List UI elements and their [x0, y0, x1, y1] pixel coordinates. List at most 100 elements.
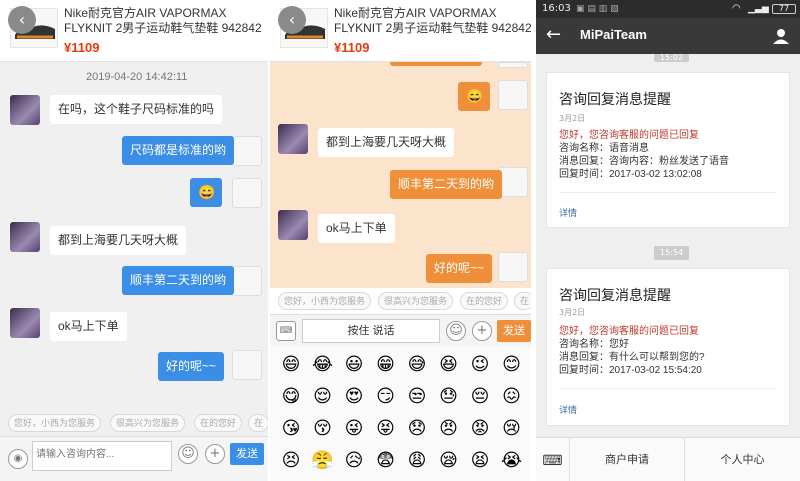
- emoji-cell[interactable]: 😍: [341, 384, 367, 410]
- message-bubble: ok马上下单: [318, 214, 395, 243]
- emoji-cell[interactable]: 😉: [467, 352, 493, 378]
- profile-icon[interactable]: [772, 27, 790, 45]
- emoji-cell[interactable]: 😔: [467, 384, 493, 410]
- product-title: Nike耐克官方AIR VAPORMAX FLYKNIT 2男子运动鞋气垫鞋 9…: [64, 6, 262, 35]
- emoji-cell[interactable]: 😨: [373, 448, 399, 474]
- time-pill: 15:54: [654, 246, 690, 260]
- hold-to-talk-button[interactable]: 按住 说话: [302, 319, 440, 343]
- emoji-cell[interactable]: 😜: [341, 416, 367, 442]
- quick-reply-chip[interactable]: 在: [248, 414, 268, 432]
- emoji-cell[interactable]: 😊: [499, 352, 525, 378]
- emoji-cell[interactable]: 😥: [341, 448, 367, 474]
- emoji-cell[interactable]: 😫: [467, 448, 493, 474]
- emoji-cell[interactable]: 😋: [278, 384, 304, 410]
- keyboard-icon[interactable]: ⌨: [536, 438, 570, 481]
- emoji-cell[interactable]: 😣: [278, 448, 304, 474]
- card-line: 消息回复：咨询内容：粉丝发送了语音: [559, 156, 729, 167]
- card-line: 咨询名称：语音消息: [559, 143, 649, 154]
- customer-avatar: [10, 222, 40, 252]
- agent-avatar: [232, 266, 262, 296]
- card-details-link[interactable]: 详情: [559, 206, 577, 219]
- signal-icon: ▁▃▅: [748, 4, 769, 14]
- product-header[interactable]: ‹ Nike耐克官方AIR VAPORMAX FLYKNIT 2男子运动鞋气垫鞋…: [0, 0, 268, 62]
- card-details-link[interactable]: 详情: [559, 403, 577, 416]
- quick-reply-chip[interactable]: 很高兴为您服务: [110, 414, 186, 432]
- card-divider: [559, 192, 777, 193]
- emoji-cell[interactable]: 😩: [404, 448, 430, 474]
- emoji-cell[interactable]: 😡: [467, 416, 493, 442]
- product-title: Nike耐克官方AIR VAPORMAX FLYKNIT 2男子运动鞋气垫鞋 9…: [334, 6, 531, 35]
- message-bubble: ok马上下单: [50, 312, 127, 341]
- message-bubble: 都到上海要几天呀大概: [50, 226, 187, 255]
- card-line: 消息回复：有什么可以帮到您的?: [559, 352, 705, 363]
- chat-timestamp: 2019-04-20 14:42:11: [86, 71, 188, 83]
- card-line: 咨询名称：您好: [559, 339, 629, 350]
- emoji-cell[interactable]: 😌: [310, 384, 336, 410]
- message-input[interactable]: [32, 441, 172, 471]
- emoji-cell[interactable]: 😆: [436, 352, 462, 378]
- emoji-picker: 😄 😂 😃 😁 😅 😆 😉 😊 😋 😌 😍 😏 😒 😓 😔 😖 😘 😚 😜 😝 😞 😠 😡 😢 😣 😤 😥 😨 😩 😪 😫 😭: [270, 346, 531, 481]
- card-date: 3月2日: [559, 308, 586, 317]
- battery-icon: 77: [772, 4, 796, 14]
- back-icon[interactable]: ‹: [8, 6, 36, 34]
- emoji-cell[interactable]: 😄: [278, 352, 304, 378]
- notification-card[interactable]: 咨询回复消息提醒 3月2日 您好，您咨询客服的问题已回复 咨询名称：您好 消息回…: [546, 268, 790, 426]
- emoji-cell[interactable]: 😅: [404, 352, 430, 378]
- input-bar: ◉ ☺ + 发送: [0, 436, 268, 481]
- send-button[interactable]: 发送: [497, 320, 531, 342]
- emoji-cell[interactable]: 😂: [310, 352, 336, 378]
- emoji-icon[interactable]: ☺: [178, 444, 198, 464]
- product-price: ¥1109: [64, 40, 100, 55]
- customer-avatar: [10, 95, 40, 125]
- emoji-cell[interactable]: 😠: [436, 416, 462, 442]
- quick-reply-chip[interactable]: 在的您好: [194, 414, 243, 432]
- message-bubble: 都到上海要几天呀大概: [318, 128, 455, 157]
- emoji-cell[interactable]: 😃: [341, 352, 367, 378]
- agent-avatar: [232, 178, 262, 208]
- status-bar: 16:03 ▣ ▤ ▥ ▧ ◠ ▁▃▅ 77: [536, 0, 800, 18]
- notification-card[interactable]: 咨询回复消息提醒 3月2日 您好，您咨询客服的问题已回复 咨询名称：语音消息 消…: [546, 72, 790, 228]
- card-date: 3月2日: [559, 114, 586, 123]
- wifi-icon: ◠: [732, 3, 741, 14]
- emoji-cell[interactable]: 😭: [499, 448, 525, 474]
- quick-reply-chip[interactable]: 在: [514, 292, 531, 310]
- voice-icon[interactable]: ◉: [8, 449, 28, 469]
- agent-avatar: [498, 252, 528, 282]
- notification-icons: ▣ ▤ ▥ ▧: [576, 4, 619, 14]
- agent-avatar: [232, 350, 262, 380]
- emoji-icon[interactable]: ☺: [446, 321, 466, 341]
- quick-reply-chip[interactable]: 您好，小西为您服务: [8, 414, 102, 432]
- back-icon[interactable]: ‹: [278, 6, 306, 34]
- emoji-cell[interactable]: 😢: [499, 416, 525, 442]
- message-bubble: 顺丰第二天到的哟: [122, 266, 235, 295]
- agent-avatar: [498, 62, 528, 68]
- keyboard-icon[interactable]: ⌨: [276, 321, 296, 341]
- emoji-cell[interactable]: 😝: [373, 416, 399, 442]
- quick-reply-chip[interactable]: 您好，小西为您服务: [278, 292, 372, 310]
- chat-panel-orange: ‹ Nike耐克官方AIR VAPORMAX FLYKNIT 2男子运动鞋气垫鞋…: [270, 0, 531, 481]
- product-header[interactable]: ‹ Nike耐克官方AIR VAPORMAX FLYKNIT 2男子运动鞋气垫鞋…: [270, 0, 531, 62]
- quick-reply-chip[interactable]: 很高兴为您服务: [378, 292, 454, 310]
- emoji-cell[interactable]: 😁: [373, 352, 399, 378]
- back-arrow-icon[interactable]: ←: [546, 24, 561, 46]
- emoji-cell[interactable]: 😚: [310, 416, 336, 442]
- menu-personal-center[interactable]: 个人中心: [685, 438, 800, 481]
- emoji-cell[interactable]: 😏: [373, 384, 399, 410]
- customer-avatar: [278, 210, 308, 240]
- card-highlight: 您好，您咨询客服的问题已回复: [559, 326, 699, 337]
- send-button[interactable]: 发送: [230, 443, 264, 465]
- emoji-cell[interactable]: 😞: [404, 416, 430, 442]
- card-highlight: 您好，您咨询客服的问题已回复: [559, 130, 699, 141]
- emoji-cell[interactable]: 😘: [278, 416, 304, 442]
- emoji-cell[interactable]: 😒: [404, 384, 430, 410]
- menu-merchant-apply[interactable]: 商户申请: [570, 438, 685, 481]
- chat-panel-blue: ‹ Nike耐克官方AIR VAPORMAX FLYKNIT 2男子运动鞋气垫鞋…: [0, 0, 268, 481]
- add-icon[interactable]: +: [472, 321, 492, 341]
- add-icon[interactable]: +: [205, 444, 225, 464]
- emoji-cell[interactable]: 😪: [436, 448, 462, 474]
- emoji-cell[interactable]: 😓: [436, 384, 462, 410]
- emoji-cell[interactable]: 😤: [310, 448, 336, 474]
- quick-reply-chip[interactable]: 在的您好: [460, 292, 509, 310]
- emoji-cell[interactable]: 😖: [499, 384, 525, 410]
- card-title: 咨询回复消息提醒: [559, 91, 671, 107]
